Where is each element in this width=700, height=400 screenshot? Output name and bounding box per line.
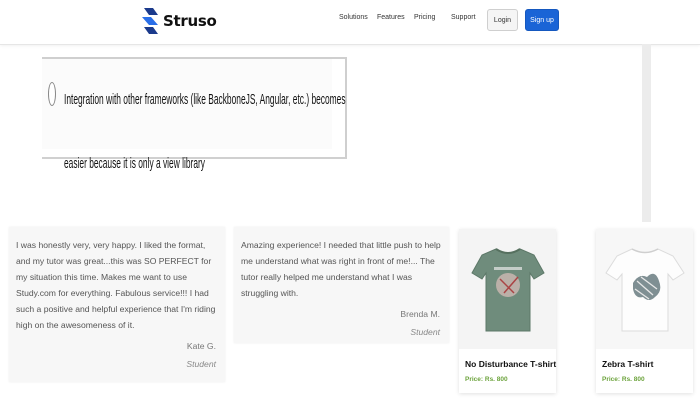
testimonial-card: Amazing experience! I needed that little… [234,227,449,343]
product-price: Price: Rs. 800 [602,376,645,383]
product-card[interactable]: No Disturbance T-shirt Price: Rs. 800 [459,229,556,393]
testimonial-quote: I was honestly very, very happy. I liked… [16,240,216,330]
tshirt-icon [604,248,685,332]
quiz-option-text: Integration with other frameworks (like … [64,91,346,172]
testimonial-author: Kate G. [186,341,216,351]
testimonial-quote: Amazing experience! I needed that little… [241,240,441,298]
login-button[interactable]: Login [487,9,518,31]
nav-features[interactable]: Features [377,14,405,21]
tshirt-icon [470,248,545,332]
brand-logo[interactable]: Struso [142,8,217,34]
testimonial-card: I was honestly very, very happy. I liked… [9,227,225,382]
nav-support[interactable]: Support [451,14,476,21]
brand-name: Struso [163,12,217,30]
quiz-option-radio[interactable] [48,82,56,106]
site-header: Struso Solutions Features Pricing Suppor… [0,0,700,45]
scrollbar[interactable] [642,44,651,222]
product-name[interactable]: No Disturbance T-shirt [465,359,556,369]
product-image[interactable] [596,229,693,349]
nav-solutions[interactable]: Solutions [339,14,368,21]
testimonial-role: Student [186,359,216,369]
nav-pricing[interactable]: Pricing [414,14,435,21]
product-name[interactable]: Zebra T-shirt [602,359,653,369]
testimonial-role: Student [410,327,440,337]
testimonial-author: Brenda M. [400,309,440,319]
struso-logo-icon [142,8,158,34]
product-image[interactable] [459,229,556,349]
signup-button[interactable]: Sign up [525,9,559,31]
product-price: Price: Rs. 800 [465,376,508,383]
product-card[interactable]: Zebra T-shirt Price: Rs. 800 [596,229,693,393]
